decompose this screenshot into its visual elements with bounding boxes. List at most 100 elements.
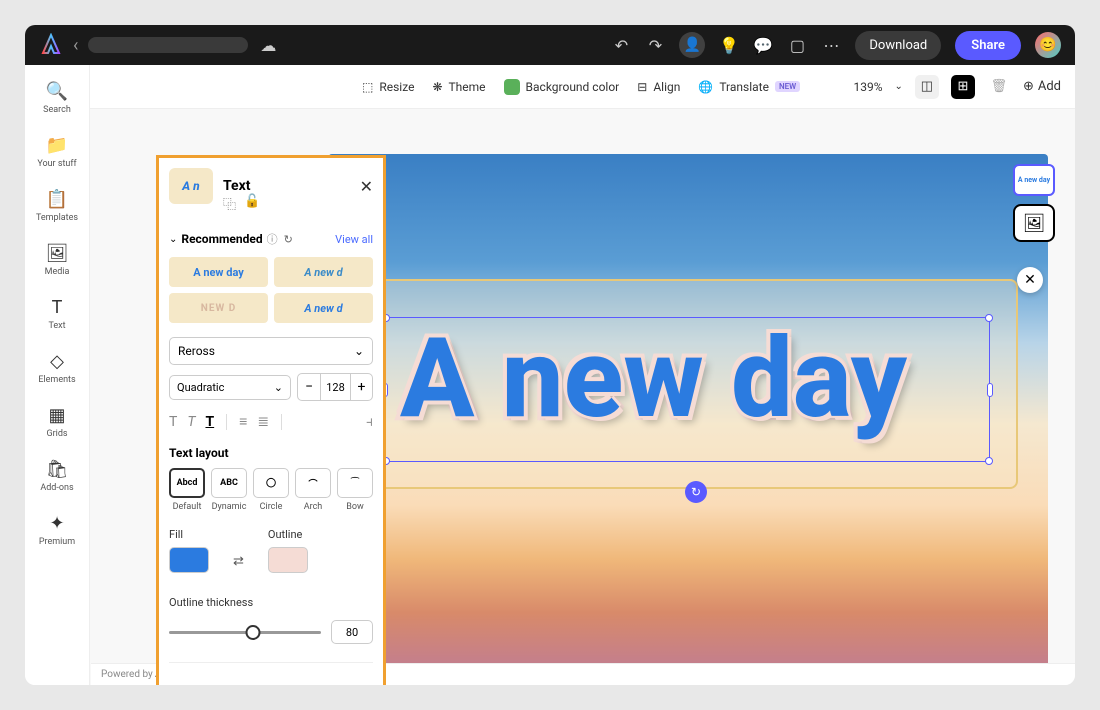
lock-icon[interactable]: 🔓 bbox=[244, 194, 260, 213]
rail-your-stuff[interactable]: 📁Your stuff bbox=[25, 129, 89, 175]
share-button[interactable]: Share bbox=[955, 31, 1021, 60]
bgcolor-tool[interactable]: Background color bbox=[504, 79, 620, 95]
outline-thickness-value[interactable]: 80 bbox=[331, 620, 373, 644]
theme-tool[interactable]: ❋Theme bbox=[432, 80, 485, 94]
rail-search[interactable]: 🔍Search bbox=[25, 75, 89, 121]
back-arrow-icon[interactable]: ‹ bbox=[73, 35, 78, 56]
rail-grids[interactable]: ▦Grids bbox=[25, 399, 89, 445]
chevron-down-icon[interactable]: ⌄ bbox=[169, 234, 177, 245]
workspace: ⬚Resize ❋Theme Background color ⊟Align 🌐… bbox=[90, 65, 1075, 685]
font-variant-1[interactable]: T bbox=[169, 414, 177, 430]
toolbar: ⬚Resize ❋Theme Background color ⊟Align 🌐… bbox=[90, 65, 1075, 109]
download-button[interactable]: Download bbox=[855, 31, 941, 60]
zoom-level[interactable]: 139% bbox=[854, 80, 883, 94]
rail-premium[interactable]: ✦Premium bbox=[25, 507, 89, 553]
doc-title-placeholder[interactable] bbox=[88, 37, 248, 53]
align-icon: ⊟ bbox=[637, 80, 647, 94]
align-tool[interactable]: ⊟Align bbox=[637, 80, 680, 94]
rail-text[interactable]: TText bbox=[25, 291, 89, 337]
text-layout-label: Text layout bbox=[169, 446, 373, 460]
chevron-down-icon: ⌄ bbox=[354, 344, 364, 358]
more-icon[interactable]: ⋯ bbox=[821, 35, 841, 55]
page-thumb[interactable]: A new day bbox=[1013, 164, 1055, 196]
translate-icon: 🌐 bbox=[698, 80, 713, 94]
template-tile[interactable]: A new day bbox=[169, 257, 268, 287]
canvas[interactable]: A new day ↻ A new day 🖼 ✕ A bbox=[90, 109, 1075, 685]
close-panel-button[interactable]: ✕ bbox=[1017, 267, 1043, 293]
topbar: ‹ ☁ ↶ ↷ 👤 💡 💬 ▢ ⋯ Download Share 😊 bbox=[25, 25, 1075, 65]
outline-swatch[interactable] bbox=[268, 547, 308, 573]
chevron-down-icon: ⌄ bbox=[274, 381, 283, 394]
premium-icon: ✦ bbox=[49, 513, 64, 534]
slider-thumb[interactable] bbox=[245, 625, 260, 640]
elements-icon: ◇ bbox=[50, 351, 64, 372]
view-all-link[interactable]: View all bbox=[335, 233, 373, 246]
info-icon[interactable]: ⓘ bbox=[267, 231, 278, 247]
templates-icon: 📋 bbox=[46, 189, 68, 210]
rotate-handle[interactable]: ↻ bbox=[685, 481, 707, 503]
font-size-value[interactable]: 128 bbox=[320, 374, 350, 400]
font-variant-2[interactable]: T bbox=[187, 414, 195, 430]
tip-icon[interactable]: 💡 bbox=[719, 35, 739, 55]
delete-icon[interactable]: 🗑 bbox=[987, 75, 1011, 99]
fill-swatch[interactable] bbox=[169, 547, 209, 573]
font-style-select[interactable]: Quadratic⌄ bbox=[169, 375, 291, 400]
swap-icon[interactable]: ⇄ bbox=[233, 554, 244, 569]
layout-bow[interactable]: ⁀ bbox=[337, 468, 373, 498]
rail-media[interactable]: 🖼Media bbox=[25, 237, 89, 283]
translate-tool[interactable]: 🌐TranslateNEW bbox=[698, 80, 800, 94]
sel-handle[interactable] bbox=[985, 314, 993, 322]
layout-circle[interactable]: ◯ bbox=[253, 468, 289, 498]
cloud-icon[interactable]: ☁ bbox=[260, 36, 276, 55]
layout-arch[interactable]: ⌒ bbox=[295, 468, 331, 498]
new-badge: NEW bbox=[775, 81, 800, 92]
rail-elements[interactable]: ◇Elements bbox=[25, 345, 89, 391]
sel-handle[interactable] bbox=[987, 383, 993, 397]
resize-tool[interactable]: ⬚Resize bbox=[362, 80, 414, 94]
align-left-icon[interactable]: ≡ bbox=[239, 413, 247, 430]
user-avatar[interactable]: 😊 bbox=[1035, 32, 1061, 58]
copy-icon[interactable]: ⿻ bbox=[223, 194, 236, 213]
resize-icon: ⬚ bbox=[362, 80, 373, 94]
font-select[interactable]: Reross⌄ bbox=[169, 337, 373, 365]
layers-icon[interactable]: ◫ bbox=[915, 75, 939, 99]
increase-button[interactable]: + bbox=[350, 374, 372, 400]
rail-templates[interactable]: 📋Templates bbox=[25, 183, 89, 229]
rail-addons[interactable]: 🛍Add-ons bbox=[25, 453, 89, 499]
font-variant-3[interactable]: T bbox=[205, 414, 214, 430]
decrease-button[interactable]: − bbox=[298, 374, 320, 400]
image-thumb[interactable]: 🖼 bbox=[1013, 204, 1055, 242]
layout-default[interactable]: Abcd bbox=[169, 468, 205, 498]
comment-icon[interactable]: 💬 bbox=[753, 35, 773, 55]
refresh-icon[interactable]: ↻ bbox=[284, 233, 293, 246]
add-button[interactable]: ⊕Add bbox=[1023, 79, 1061, 94]
grid-toggle-icon[interactable]: ⊞ bbox=[951, 75, 975, 99]
template-tile[interactable]: A new d bbox=[274, 293, 373, 323]
layout-dynamic[interactable]: ABC bbox=[211, 468, 247, 498]
add-person-icon[interactable]: 👤 bbox=[679, 32, 705, 58]
sel-handle[interactable] bbox=[985, 457, 993, 465]
search-icon: 🔍 bbox=[46, 81, 68, 102]
template-tile[interactable]: NEW D bbox=[169, 293, 268, 323]
list-icon[interactable]: ≣ bbox=[257, 414, 269, 430]
outline-thickness-label: Outline thickness bbox=[169, 596, 253, 609]
undo-icon[interactable]: ↶ bbox=[611, 35, 631, 55]
chevron-down-icon[interactable]: ⌄ bbox=[895, 81, 903, 92]
outline-thickness-slider[interactable] bbox=[169, 631, 321, 634]
text-icon: T bbox=[52, 297, 63, 318]
fill-label: Fill bbox=[169, 528, 209, 541]
template-tile[interactable]: A new d bbox=[274, 257, 373, 287]
present-icon[interactable]: ▢ bbox=[787, 35, 807, 55]
panel-title: Text bbox=[223, 178, 350, 194]
bgcolor-swatch bbox=[504, 79, 520, 95]
font-size-stepper: − 128 + bbox=[297, 373, 373, 401]
close-icon[interactable]: ✕ bbox=[360, 177, 373, 196]
grids-icon: ▦ bbox=[48, 405, 65, 426]
app-logo bbox=[39, 33, 63, 57]
outline-label: Outline bbox=[268, 528, 308, 541]
redo-icon[interactable]: ↷ bbox=[645, 35, 665, 55]
spacing-icon[interactable]: ⫞ bbox=[366, 414, 373, 430]
selection-box[interactable] bbox=[385, 317, 990, 462]
theme-icon: ❋ bbox=[432, 80, 442, 94]
panel-thumb: A n bbox=[169, 168, 213, 204]
